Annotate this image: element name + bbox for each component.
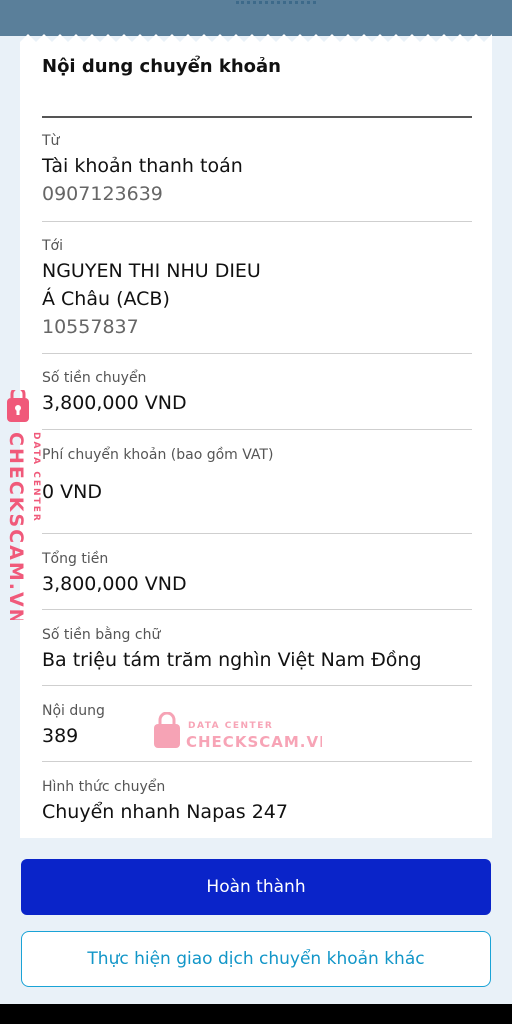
- to-label: Tới: [42, 238, 64, 254]
- method-label: Hình thức chuyển: [42, 779, 166, 795]
- side-watermark: CHECKSCAM.VN DATA CENTER: [2, 386, 54, 627]
- divider: [42, 685, 472, 686]
- divider: [42, 533, 472, 534]
- watermark-tagline: DATA CENTER: [31, 432, 41, 523]
- title-divider: [42, 116, 472, 118]
- to-section: Tới NGUYEN THI NHU DIEU Á Châu (ACB) 105…: [42, 237, 472, 341]
- center-watermark: DATA CENTER CHECKSCAM.VN: [152, 711, 332, 752]
- amount-words-section: Số tiền bằng chữ Ba triệu tám trăm nghìn…: [42, 626, 472, 674]
- fee-label: Phí chuyển khoản (bao gồm VAT): [42, 447, 274, 463]
- new-transfer-button[interactable]: Thực hiện giao dịch chuyển khoản khác: [21, 931, 491, 987]
- amount-label: Số tiền chuyển: [42, 370, 147, 386]
- divider: [42, 761, 472, 762]
- amount-section: Số tiền chuyển 3,800,000 VND: [42, 369, 472, 417]
- amount-words-label: Số tiền bằng chữ: [42, 627, 161, 643]
- header-bar: [0, 0, 512, 36]
- divider: [42, 221, 472, 222]
- from-account-name: Tài khoản thanh toán: [42, 155, 243, 177]
- from-account-number: 0907123639: [42, 183, 163, 205]
- watermark-graphic: CHECKSCAM.VN DATA CENTER: [5, 386, 41, 627]
- method-value: Chuyển nhanh Napas 247: [42, 801, 288, 823]
- amount-value: 3,800,000 VND: [42, 392, 187, 414]
- from-label: Từ: [42, 133, 60, 149]
- fee-value: 0 VND: [42, 481, 102, 503]
- recipient-account-number: 10557837: [42, 316, 139, 338]
- receipt-title: Nội dung chuyển khoản: [42, 56, 281, 77]
- watermark-tagline: DATA CENTER: [188, 721, 273, 731]
- divider: [42, 429, 472, 430]
- from-section: Từ Tài khoản thanh toán 0907123639: [42, 132, 472, 208]
- recipient-bank: Á Châu (ACB): [42, 288, 170, 310]
- fee-section: Phí chuyển khoản (bao gồm VAT) 0 VND: [42, 446, 472, 506]
- lock-icon: [154, 711, 180, 748]
- recipient-name: NGUYEN THI NHU DIEU: [42, 260, 261, 282]
- divider: [42, 353, 472, 354]
- watermark-brand: CHECKSCAM.VN: [5, 432, 27, 620]
- total-section: Tổng tiền 3,800,000 VND: [42, 550, 472, 598]
- system-navigation-bar: [0, 1004, 512, 1024]
- total-value: 3,800,000 VND: [42, 573, 187, 595]
- total-label: Tổng tiền: [42, 551, 109, 567]
- divider: [42, 609, 472, 610]
- lock-icon: [7, 386, 29, 422]
- amount-words-value: Ba triệu tám trăm nghìn Việt Nam Đồng: [42, 649, 422, 671]
- header-decoration: [236, 0, 316, 4]
- done-button[interactable]: Hoàn thành: [21, 859, 491, 915]
- method-section: Hình thức chuyển Chuyển nhanh Napas 247: [42, 778, 472, 826]
- watermark-brand: CHECKSCAM.VN: [186, 733, 322, 751]
- watermark-graphic: DATA CENTER CHECKSCAM.VN: [154, 711, 332, 751]
